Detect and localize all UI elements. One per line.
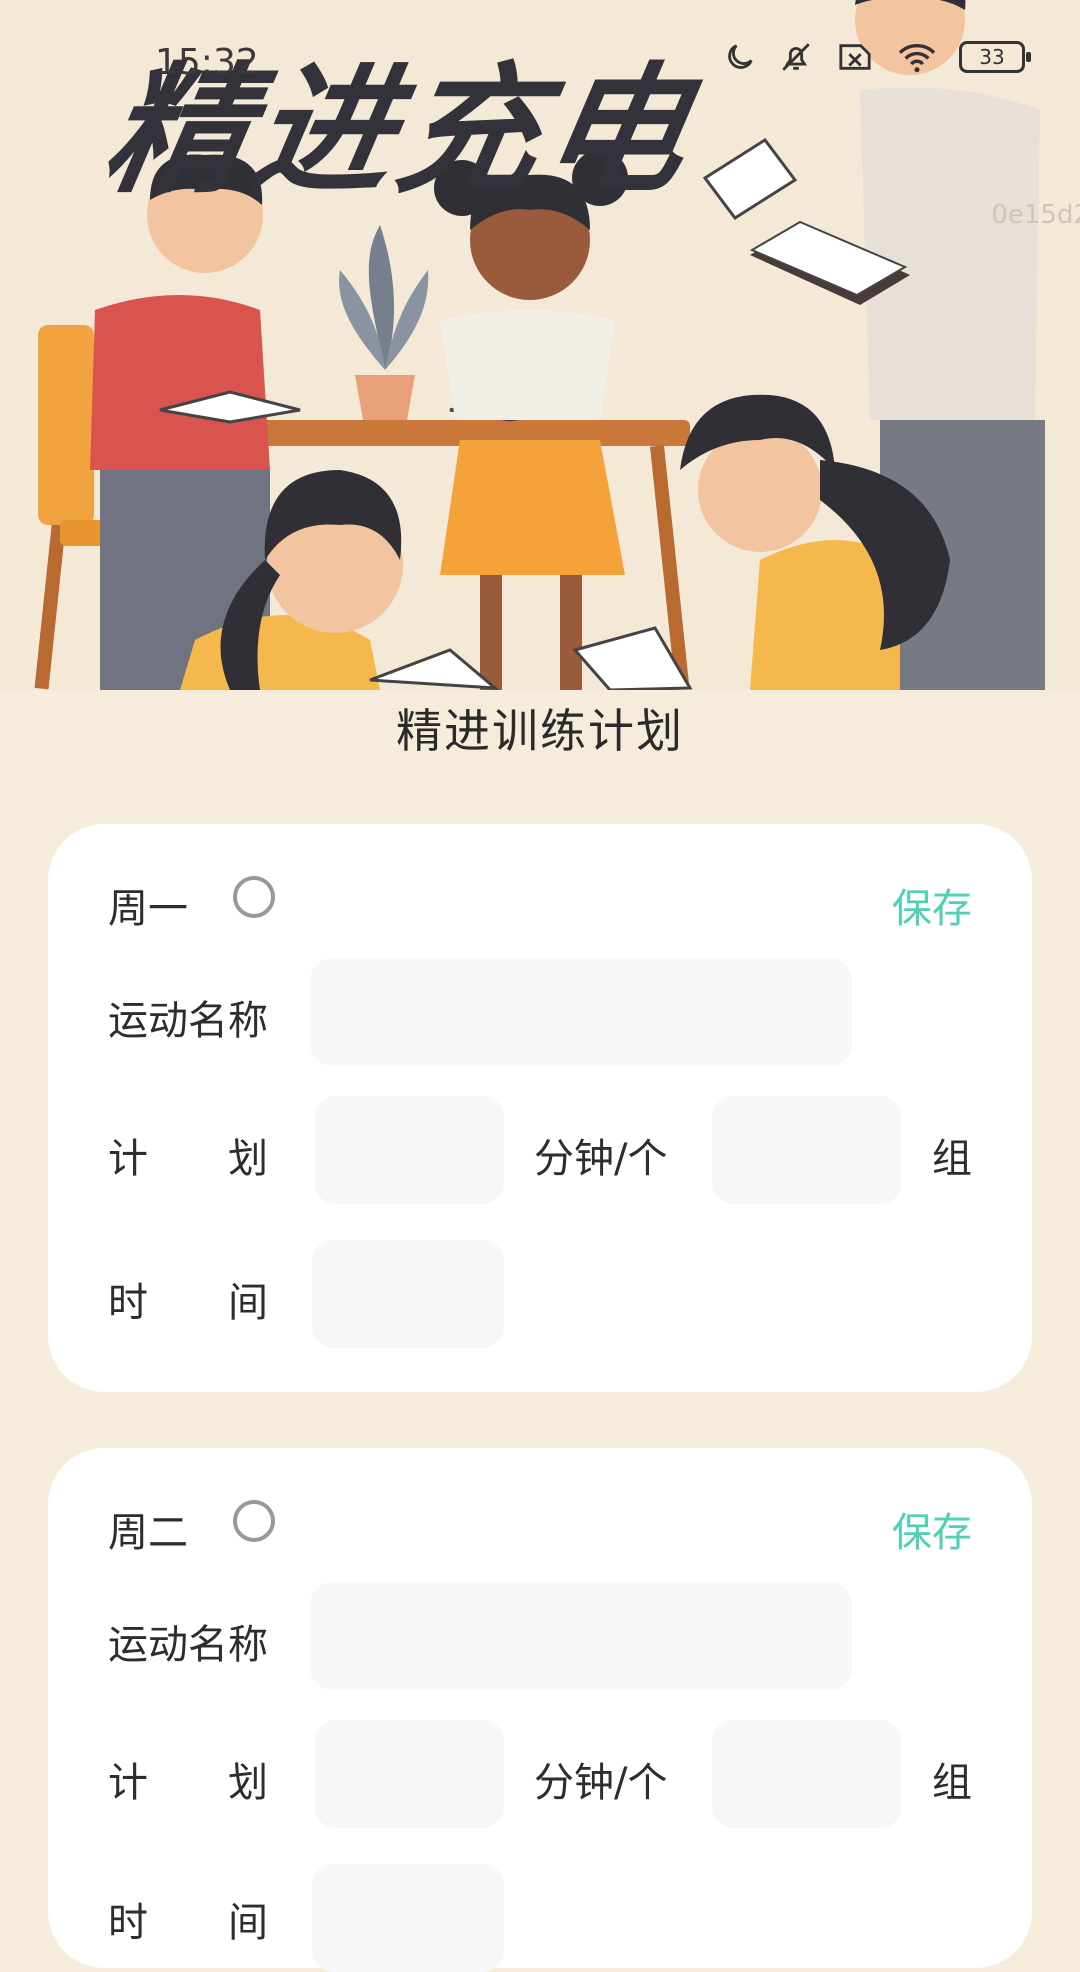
time-input[interactable]: [312, 1240, 504, 1348]
plan-label: 计 划: [108, 1136, 268, 1182]
exercise-name-input[interactable]: [310, 1582, 852, 1690]
plan-minutes-input[interactable]: [314, 1720, 504, 1828]
groups-unit-label: 组: [932, 1136, 972, 1182]
time-label: 时 间: [108, 1900, 268, 1946]
day-card-tuesday: 周二 保存 运动名称 计 划 分钟/个 组 时 间: [48, 1448, 1032, 1972]
status-bar: 15:32 33: [0, 0, 1080, 130]
save-button[interactable]: 保存: [892, 876, 972, 934]
day-radio[interactable]: [233, 1500, 275, 1542]
exercise-name-input[interactable]: [310, 958, 852, 1066]
plan-groups-input[interactable]: [712, 1720, 902, 1828]
minutes-unit-label: 分钟/个: [534, 1760, 668, 1806]
plan-label: 计 划: [108, 1760, 268, 1806]
time-label: 时 间: [108, 1280, 268, 1326]
status-icons: 33: [723, 40, 1031, 74]
page-title: 精进训练计划: [396, 704, 684, 758]
day-label: 周一: [108, 886, 188, 932]
battery-icon: 33: [959, 41, 1031, 73]
banner-code: 0e15d2: [991, 200, 1080, 230]
status-time: 15:32: [155, 42, 259, 83]
day-card-monday: 周一 保存 运动名称 计 划 分钟/个 组 时 间: [48, 824, 1032, 1392]
wifi-icon: [897, 40, 937, 74]
sim-off-icon: [835, 40, 875, 74]
day-radio[interactable]: [233, 876, 275, 918]
save-button[interactable]: 保存: [892, 1500, 972, 1558]
minutes-unit-label: 分钟/个: [534, 1136, 668, 1182]
plan-groups-input[interactable]: [712, 1096, 902, 1204]
day-label: 周二: [108, 1510, 188, 1556]
time-input[interactable]: [312, 1864, 504, 1972]
plan-minutes-input[interactable]: [314, 1096, 504, 1204]
exercise-name-label: 运动名称: [108, 1622, 268, 1668]
groups-unit-label: 组: [932, 1760, 972, 1806]
exercise-name-label: 运动名称: [108, 998, 268, 1044]
moon-icon: [723, 40, 757, 74]
bell-off-icon: [779, 40, 813, 74]
